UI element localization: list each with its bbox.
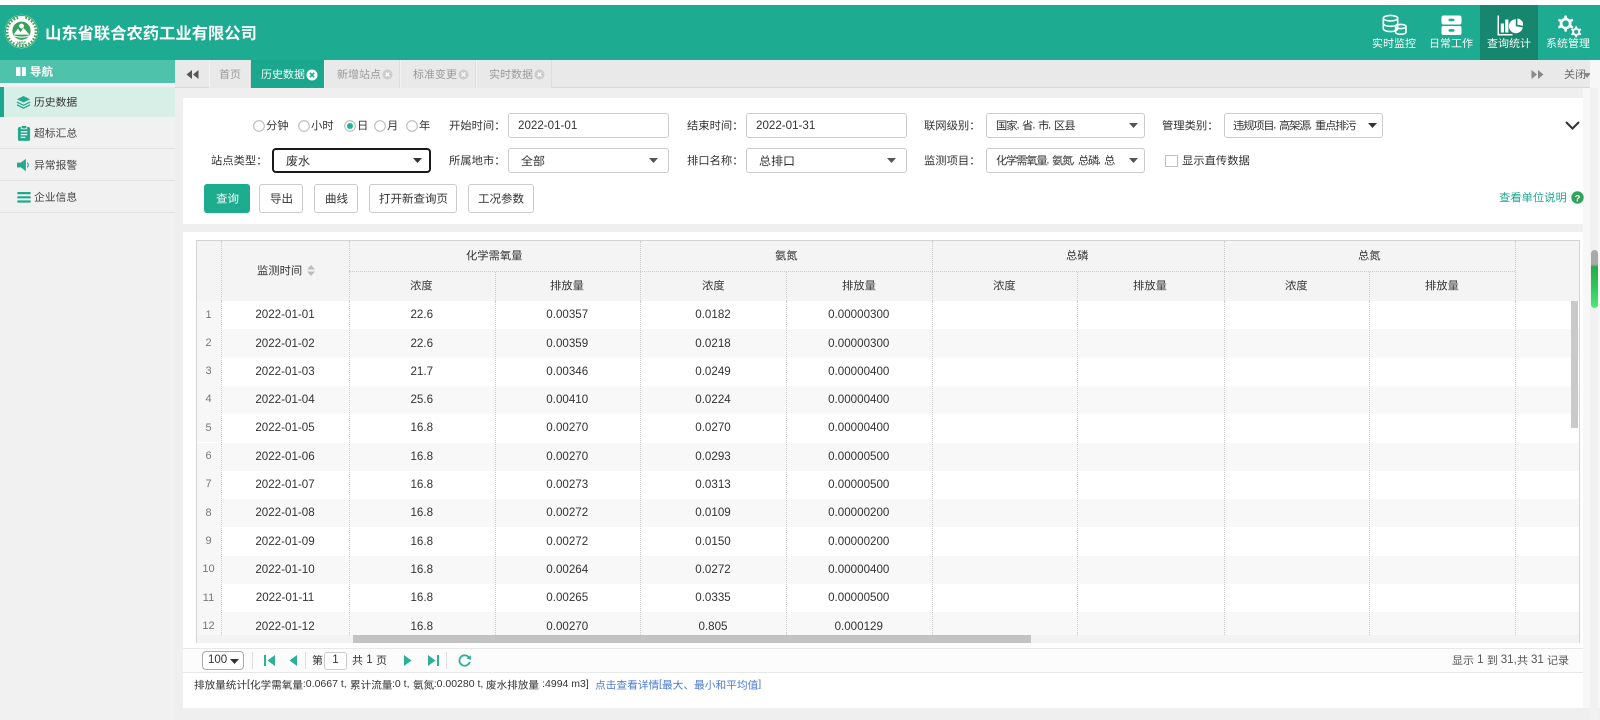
svg-text:MEE: MEE [17, 41, 26, 46]
svg-text:?: ? [1575, 193, 1581, 204]
